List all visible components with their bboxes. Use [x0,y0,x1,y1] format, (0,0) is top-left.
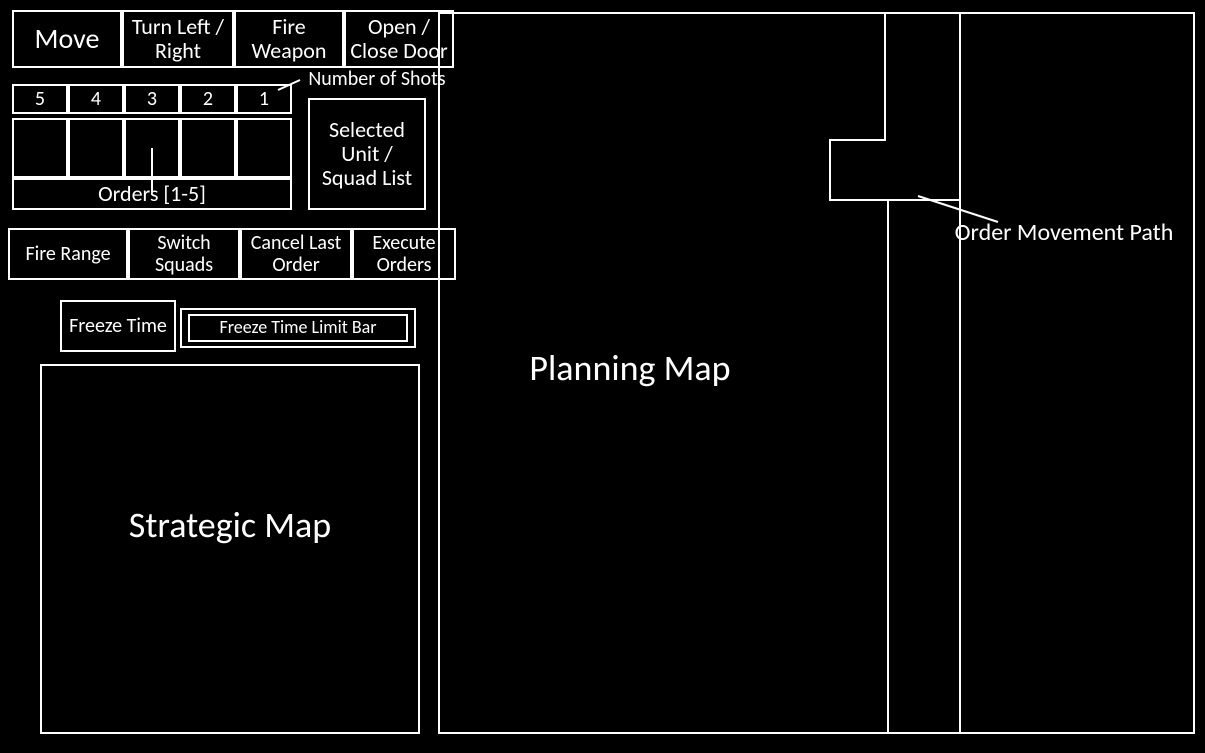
cancel-last-order-button[interactable]: Cancel Last Order [240,228,352,280]
order-movement-path-label: Order Movement Path [936,220,1192,246]
switch-squads-button[interactable]: Switch Squads [128,228,240,280]
strategic-map-label: Strategic Map [129,506,331,546]
order-slot-1[interactable] [12,118,68,178]
planning-map-panel[interactable]: Planning Map [438,12,1195,734]
move-button[interactable]: Move [12,10,122,68]
shots-2[interactable]: 2 [180,84,236,114]
number-of-shots-label: Number of Shots [292,68,462,90]
shots-1[interactable]: 1 [236,84,292,114]
strategic-map-panel[interactable]: Strategic Map [40,364,420,734]
fire-weapon-button[interactable]: Fire Weapon [234,10,344,68]
shots-5[interactable]: 5 [12,84,68,114]
order-slot-3[interactable] [124,118,180,178]
order-slot-5[interactable] [236,118,292,178]
shots-4[interactable]: 4 [68,84,124,114]
layout-diagram: Move Turn Left / Right Fire Weapon Open … [0,0,1205,753]
planning-map-label: Planning Map [500,349,760,389]
orders-caption: Orders [1-5] [12,178,292,210]
selected-unit-squad-list[interactable]: Selected Unit / Squad List [308,98,426,210]
freeze-time-limit-bar: Freeze Time Limit Bar [188,314,408,342]
shots-3[interactable]: 3 [124,84,180,114]
freeze-time-button[interactable]: Freeze Time [60,300,176,352]
order-slot-4[interactable] [180,118,236,178]
turn-button[interactable]: Turn Left / Right [122,10,234,68]
order-slot-2[interactable] [68,118,124,178]
fire-range-button[interactable]: Fire Range [8,228,128,280]
